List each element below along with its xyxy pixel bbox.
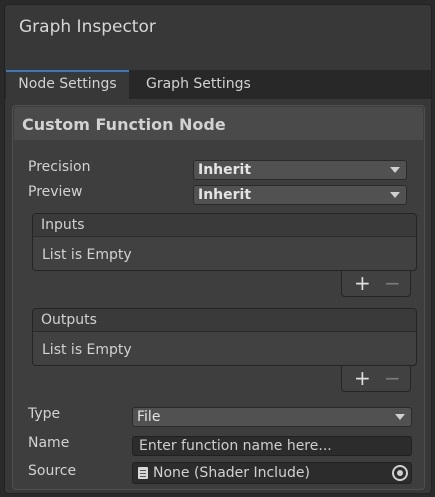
type-label: Type	[28, 406, 61, 422]
source-label: Source	[28, 463, 77, 479]
type-dropdown[interactable]: File	[132, 407, 412, 427]
tab-node-settings[interactable]: Node Settings	[6, 70, 129, 99]
name-label: Name	[28, 435, 70, 451]
tab-bar: Node Settings Graph Settings	[5, 70, 431, 99]
tab-graph-settings[interactable]: Graph Settings	[138, 70, 259, 99]
inputs-footer: + −	[341, 271, 411, 297]
preview-dropdown[interactable]: Inherit	[193, 185, 407, 205]
precision-value: Inherit	[198, 162, 252, 178]
inputs-empty-text: List is Empty	[42, 247, 132, 263]
precision-label: Precision	[28, 159, 91, 175]
custom-function-node-panel: Custom Function Node Precision Inherit P…	[12, 105, 425, 490]
outputs-empty-text: List is Empty	[42, 342, 132, 358]
outputs-add-button[interactable]: +	[354, 366, 371, 390]
outputs-footer: + −	[341, 366, 411, 392]
outputs-list: Outputs List is Empty	[32, 308, 417, 366]
chevron-down-icon	[395, 414, 405, 420]
outputs-header: Outputs	[33, 309, 416, 332]
function-name-input[interactable]: Enter function name here...	[132, 436, 412, 456]
preview-label: Preview	[28, 184, 83, 200]
chevron-down-icon	[390, 167, 400, 173]
window-title: Graph Inspector	[19, 17, 156, 37]
preview-value: Inherit	[198, 187, 252, 203]
chevron-down-icon	[390, 192, 400, 198]
source-value: None (Shader Include)	[153, 465, 310, 481]
panel-title: Custom Function Node	[22, 115, 226, 134]
inputs-list: Inputs List is Empty	[32, 213, 417, 271]
inputs-header: Inputs	[33, 214, 416, 237]
panel-header[interactable]: Custom Function Node	[14, 107, 423, 140]
type-value: File	[137, 409, 161, 425]
file-icon	[138, 467, 148, 479]
source-object-field[interactable]: None (Shader Include)	[132, 462, 412, 484]
graph-inspector-window: Graph Inspector Node Settings Graph Sett…	[4, 4, 432, 494]
precision-dropdown[interactable]: Inherit	[193, 160, 407, 180]
object-picker-icon[interactable]	[392, 465, 408, 481]
inputs-remove-button[interactable]: −	[384, 271, 401, 295]
inputs-add-button[interactable]: +	[354, 271, 371, 295]
outputs-remove-button[interactable]: −	[384, 366, 401, 390]
